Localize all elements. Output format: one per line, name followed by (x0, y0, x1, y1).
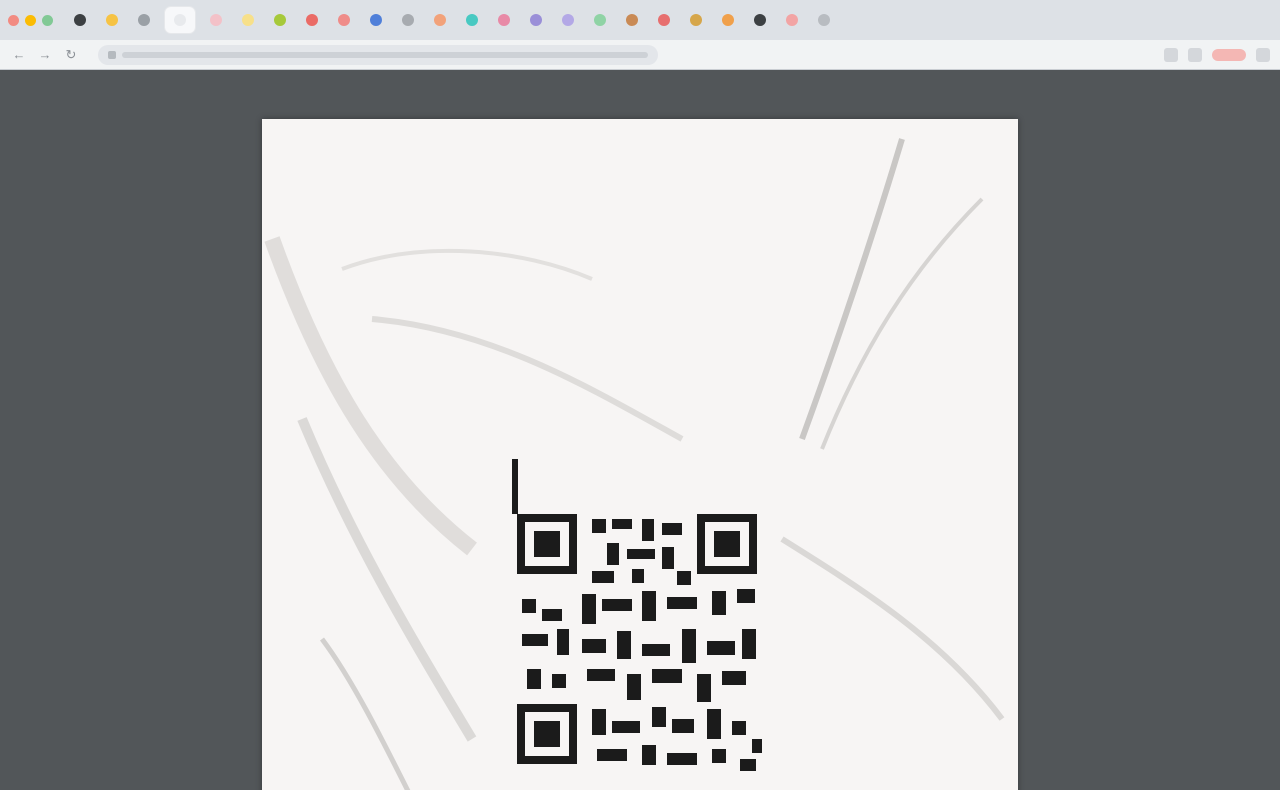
qr-code-image (512, 459, 762, 771)
profile-badge[interactable] (1212, 48, 1246, 61)
gold-icon (690, 14, 702, 26)
lime-icon (274, 14, 286, 26)
browser-window: ← → ↻ (0, 0, 1280, 790)
reload-icon[interactable]: ↻ (62, 46, 80, 64)
browser-tab[interactable] (493, 7, 515, 33)
green-icon (594, 14, 606, 26)
browser-tab[interactable] (133, 7, 155, 33)
browser-tab[interactable] (301, 7, 323, 33)
yellow-icon (106, 14, 118, 26)
pink-icon (786, 14, 798, 26)
red-icon (658, 14, 670, 26)
browser-tab[interactable] (653, 7, 675, 33)
browser-tab[interactable] (525, 7, 547, 33)
browser-tab[interactable] (429, 7, 451, 33)
gray-icon (818, 14, 830, 26)
dark-icon (754, 14, 766, 26)
address-bar-url-placeholder (122, 51, 648, 58)
tab-strip (0, 0, 1280, 40)
browser-tab[interactable] (165, 7, 195, 33)
browser-tab[interactable] (749, 7, 771, 33)
browser-tab[interactable] (365, 7, 387, 33)
browser-tab[interactable] (717, 7, 739, 33)
browser-tab[interactable] (269, 7, 291, 33)
pink-icon (498, 14, 510, 26)
lock-icon (108, 50, 116, 59)
orange-icon (722, 14, 734, 26)
brown-icon (626, 14, 638, 26)
red-icon (338, 14, 350, 26)
back-icon[interactable]: ← (10, 46, 28, 64)
maximize-window-icon[interactable] (42, 14, 53, 26)
browser-tab[interactable] (237, 7, 259, 33)
browser-tab[interactable] (589, 7, 611, 33)
browser-tab[interactable] (69, 7, 91, 33)
browser-tab[interactable] (621, 7, 643, 33)
browser-tab[interactable] (461, 7, 483, 33)
dark-icon (74, 14, 86, 26)
teal-icon (466, 14, 478, 26)
pdf-viewer[interactable] (0, 71, 1280, 790)
forward-icon[interactable]: → (36, 46, 54, 64)
pdf-page (262, 119, 1018, 790)
yellow-icon (242, 14, 254, 26)
browser-tab[interactable] (781, 7, 803, 33)
tab-list (69, 7, 835, 33)
minimize-window-icon[interactable] (25, 14, 36, 26)
browser-tab[interactable] (557, 7, 579, 33)
pale-icon (174, 14, 186, 26)
menu-icon[interactable] (1256, 47, 1270, 62)
bookmark-icon[interactable] (1164, 47, 1178, 62)
browser-tab[interactable] (205, 7, 227, 33)
toolbar-actions (1164, 47, 1270, 62)
browser-tab[interactable] (813, 7, 835, 33)
blue-icon (370, 14, 382, 26)
pink-icon (210, 14, 222, 26)
close-window-icon[interactable] (8, 14, 19, 26)
browser-tab[interactable] (685, 7, 707, 33)
gray-icon (402, 14, 414, 26)
extension-icon[interactable] (1188, 47, 1202, 62)
purple-icon (530, 14, 542, 26)
browser-tab[interactable] (333, 7, 355, 33)
red-icon (306, 14, 318, 26)
browser-tab[interactable] (101, 7, 123, 33)
lavender-icon (562, 14, 574, 26)
browser-toolbar: ← → ↻ (0, 40, 1280, 70)
window-controls (8, 14, 53, 26)
browser-tab[interactable] (397, 7, 419, 33)
address-bar[interactable] (98, 44, 658, 65)
orange-icon (434, 14, 446, 26)
gray-icon (138, 14, 150, 26)
